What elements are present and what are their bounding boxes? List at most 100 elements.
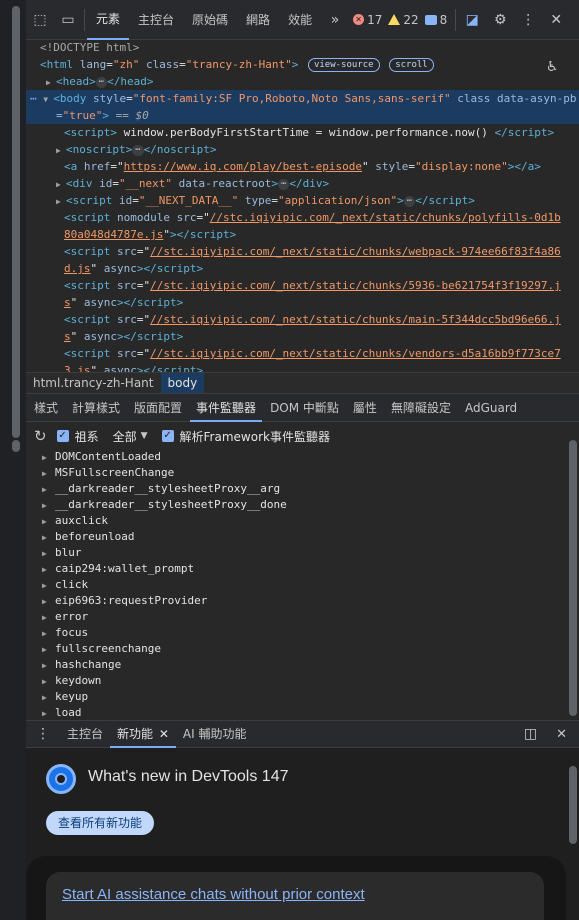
dock-side-icon[interactable]: ◫ bbox=[517, 721, 544, 748]
expand-arrow-icon[interactable]: ▶ bbox=[42, 562, 52, 578]
event-listener-item[interactable]: ▶ fullscreenchange bbox=[26, 641, 579, 657]
event-listener-item[interactable]: ▶ load bbox=[26, 705, 579, 719]
tab-sources[interactable]: 原始碼 bbox=[183, 0, 237, 40]
expand-arrow-icon[interactable]: ▶ bbox=[42, 530, 52, 546]
tab-accessibility[interactable]: 無障礙設定 bbox=[385, 394, 457, 422]
drawer-tab-console[interactable]: 主控台 bbox=[60, 721, 110, 748]
head-node[interactable]: ▶ <head> ⋯ </head> bbox=[26, 73, 579, 90]
expand-arrow-icon[interactable]: ▶ bbox=[42, 674, 52, 690]
ellipsis-badge[interactable]: ⋯ bbox=[403, 195, 416, 207]
script-nomodule-node-cont[interactable]: 80a048d4787e.js"></script> bbox=[26, 226, 579, 243]
event-listener-item[interactable]: ▶ eip6963:requestProvider bbox=[26, 593, 579, 609]
expand-arrow-icon[interactable]: ▶ bbox=[42, 626, 52, 642]
script-nomodule-node[interactable]: <script nomodule src="//stc.iqiyipic.com… bbox=[26, 209, 579, 226]
main-src-link[interactable]: //stc.iqiyipic.com/_next/static/chunks/m… bbox=[150, 313, 561, 326]
anchor-href-link[interactable]: https://www.iq.com/play/best-episode bbox=[124, 160, 362, 173]
expand-arrow-icon[interactable]: ▶ bbox=[42, 578, 52, 594]
s5936-src-link-cont[interactable]: s bbox=[64, 296, 71, 309]
doctype-node[interactable]: <!DOCTYPE html> bbox=[26, 40, 579, 56]
expand-arrow-icon[interactable]: ▶ bbox=[42, 610, 52, 626]
event-listener-item[interactable]: ▶ caip294:wallet_prompt bbox=[26, 561, 579, 577]
script-5936-node-cont[interactable]: s" async></script> bbox=[26, 294, 579, 311]
gutter-scrollbar-thumb-lower[interactable] bbox=[12, 440, 20, 452]
accessibility-tree-icon[interactable]: ♿ bbox=[547, 56, 557, 75]
customize-menu-icon[interactable]: ⋮ bbox=[514, 0, 542, 40]
event-listener-item[interactable]: ▶ keydown bbox=[26, 673, 579, 689]
ellipsis-badge[interactable]: ⋯ bbox=[95, 76, 108, 88]
expand-arrow-icon[interactable]: ▶ bbox=[42, 514, 52, 530]
event-listener-item[interactable]: ▶ blur bbox=[26, 545, 579, 561]
event-listener-item[interactable]: ▶ error bbox=[26, 609, 579, 625]
vendors-src-link-cont[interactable]: 3.js bbox=[64, 364, 91, 372]
expand-arrow-icon[interactable]: ▶ bbox=[42, 642, 52, 658]
tab-styles[interactable]: 樣式 bbox=[28, 394, 64, 422]
div-next-node[interactable]: ▶ <div id="__next" data-reactroot> ⋯ </div> bbox=[26, 175, 579, 192]
event-listener-item[interactable]: ▶ MSFullscreenChange bbox=[26, 465, 579, 481]
script-webpack-node-cont[interactable]: d.js" async></script> bbox=[26, 260, 579, 277]
filter-dropdown[interactable]: 全部 bbox=[113, 428, 137, 445]
collapse-arrow-icon[interactable]: ▼ bbox=[43, 91, 53, 108]
breadcrumb-html[interactable]: html.trancy-zh-Hant bbox=[26, 373, 161, 393]
event-listener-item[interactable]: ▶ hashchange bbox=[26, 657, 579, 673]
nomodule-src-link[interactable]: //stc.iqiyipic.com/_next/static/chunks/p… bbox=[210, 211, 561, 224]
vendors-src-link[interactable]: //stc.iqiyipic.com/_next/static/chunks/v… bbox=[150, 347, 561, 360]
device-toolbar-icon[interactable]: ▭ bbox=[54, 0, 82, 40]
event-listener-item[interactable]: ▶ __darkreader__stylesheetProxy__done bbox=[26, 497, 579, 513]
tab-dom-breakpoints[interactable]: DOM 中斷點 bbox=[264, 394, 345, 422]
event-listener-item[interactable]: ▶ __darkreader__stylesheetProxy__arg bbox=[26, 481, 579, 497]
drawer-tab-ai-assistance[interactable]: AI 輔助功能 bbox=[176, 721, 254, 748]
script-vendors-node-cont[interactable]: 3.js" async></script> bbox=[26, 362, 579, 372]
breadcrumb-body[interactable]: body bbox=[160, 373, 205, 393]
drawer-tab-whats-new[interactable]: 新功能 ✕ bbox=[110, 721, 176, 748]
close-tab-icon[interactable]: ✕ bbox=[159, 727, 169, 741]
expand-arrow-icon[interactable]: ▶ bbox=[42, 498, 52, 514]
feature-card-link[interactable]: Start AI assistance chats without prior … bbox=[62, 886, 365, 903]
webpack-src-link[interactable]: //stc.iqiyipic.com/_next/static/chunks/w… bbox=[150, 245, 561, 258]
warning-count-badge[interactable]: 22 bbox=[388, 13, 419, 27]
expand-arrow-icon[interactable]: ▶ bbox=[56, 176, 66, 193]
s5936-src-link[interactable]: //stc.iqiyipic.com/_next/static/chunks/5… bbox=[150, 279, 561, 292]
script-main-node[interactable]: <script src="//stc.iqiyipic.com/_next/st… bbox=[26, 311, 579, 328]
noscript-node[interactable]: ▶ <noscript> ⋯ </noscript> bbox=[26, 141, 579, 158]
body-node-selected[interactable]: ⋯ ▼ <body style="font-family:SF Pro,Robot… bbox=[26, 90, 579, 107]
event-list-scrollbar[interactable] bbox=[569, 440, 577, 716]
webpack-src-link-cont[interactable]: d.js bbox=[64, 262, 91, 275]
expand-arrow-icon[interactable]: ▶ bbox=[42, 594, 52, 610]
tab-console[interactable]: 主控台 bbox=[129, 0, 183, 40]
script-5936-node[interactable]: <script src="//stc.iqiyipic.com/_next/st… bbox=[26, 277, 579, 294]
expand-arrow-icon[interactable]: ▶ bbox=[42, 690, 52, 706]
message-count-badge[interactable]: 8 bbox=[424, 13, 447, 27]
tab-event-listeners[interactable]: 事件監聽器 bbox=[190, 394, 263, 422]
more-tabs-icon[interactable]: » bbox=[321, 0, 349, 40]
script-webpack-node[interactable]: <script src="//stc.iqiyipic.com/_next/st… bbox=[26, 243, 579, 260]
close-devtools-icon[interactable]: ✕ bbox=[542, 0, 570, 40]
tab-computed[interactable]: 計算樣式 bbox=[66, 394, 126, 422]
tab-adguard[interactable]: AdGuard bbox=[459, 394, 523, 422]
expand-arrow-icon[interactable]: ▶ bbox=[42, 450, 52, 466]
expand-arrow-icon[interactable]: ▶ bbox=[42, 706, 52, 719]
script-perf-node[interactable]: <script> window.perBodyFirstStartTime = … bbox=[26, 124, 579, 141]
gutter-scrollbar-thumb[interactable] bbox=[12, 6, 20, 438]
ellipsis-badge[interactable]: ⋯ bbox=[277, 178, 290, 190]
event-listener-item[interactable]: ▶ DOMContentLoaded bbox=[26, 449, 579, 465]
tab-properties[interactable]: 屬性 bbox=[347, 394, 383, 422]
expand-arrow-icon[interactable]: ▶ bbox=[56, 142, 66, 159]
whats-new-scrollbar[interactable] bbox=[569, 766, 577, 844]
drawer-menu-icon[interactable]: ⋮ bbox=[26, 721, 60, 748]
tab-performance[interactable]: 效能 bbox=[279, 0, 321, 40]
refresh-icon[interactable]: ↻ bbox=[34, 427, 47, 445]
script-vendors-node[interactable]: <script src="//stc.iqiyipic.com/_next/st… bbox=[26, 345, 579, 362]
expand-arrow-icon[interactable]: ▶ bbox=[42, 466, 52, 482]
script-main-node-cont[interactable]: s" async></script> bbox=[26, 328, 579, 345]
inspect-element-icon[interactable]: ⬚ bbox=[26, 0, 54, 40]
event-listener-item[interactable]: ▶ click bbox=[26, 577, 579, 593]
tab-elements[interactable]: 元素 bbox=[87, 0, 130, 40]
tab-network[interactable]: 網路 bbox=[237, 0, 279, 40]
see-all-features-button[interactable]: 查看所有新功能 bbox=[46, 811, 155, 835]
expand-arrow-icon[interactable]: ▶ bbox=[42, 482, 52, 498]
scroll-badge[interactable]: scroll bbox=[389, 58, 434, 72]
anchor-node[interactable]: <a href="https://www.iq.com/play/best-ep… bbox=[26, 158, 579, 175]
body-node-selected-cont[interactable]: ="true"> == $0 bbox=[26, 107, 579, 124]
ancestors-checkbox[interactable]: ✓ bbox=[56, 430, 69, 442]
view-source-badge[interactable]: view-source bbox=[307, 58, 380, 72]
